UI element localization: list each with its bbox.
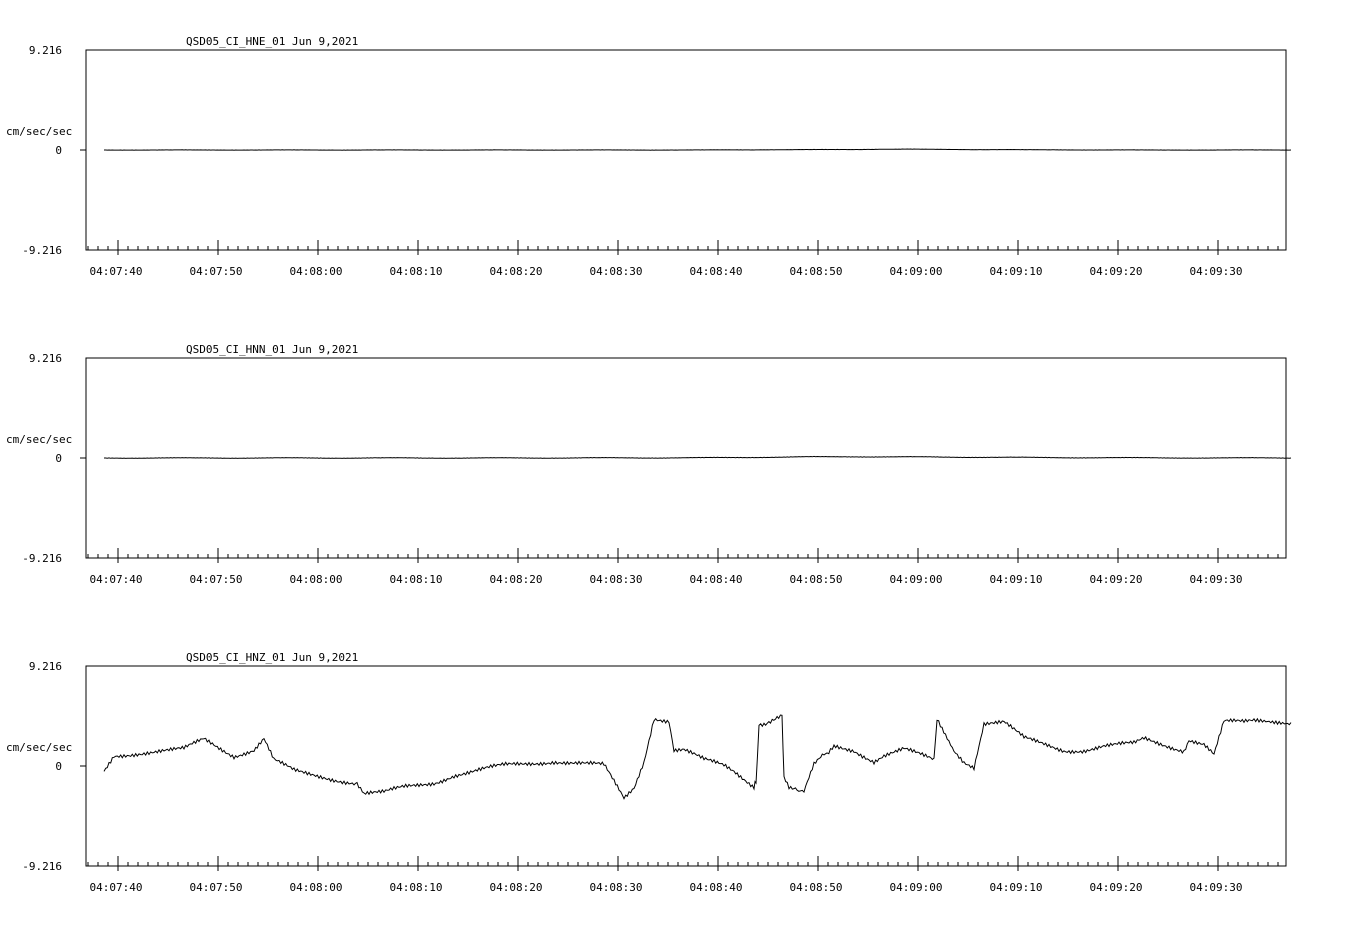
x-tick-label: 04:08:30 <box>590 573 643 586</box>
x-tick-label: 04:08:00 <box>290 881 343 894</box>
x-tick-label: 04:09:30 <box>1190 881 1243 894</box>
x-tick-label: 04:08:20 <box>490 881 543 894</box>
panel-title: QSD05_CI_HNZ_01 Jun 9,2021 <box>186 651 358 664</box>
y-tick-label: 9.216 <box>29 352 62 365</box>
x-tick-label: 04:09:00 <box>890 573 943 586</box>
x-tick-label: 04:08:30 <box>590 265 643 278</box>
panel-title: QSD05_CI_HNN_01 Jun 9,2021 <box>186 343 358 356</box>
y-axis-label: cm/sec/sec <box>6 125 72 138</box>
channel-panel: QSD05_CI_HNZ_01 Jun 9,2021 9.216 0 -9.216 cm… <box>6 651 1292 894</box>
x-tick-label: 04:08:40 <box>690 881 743 894</box>
y-tick-label: 0 <box>55 452 62 465</box>
y-axis-label: cm/sec/sec <box>6 433 72 446</box>
x-tick-label: 04:07:40 <box>90 881 143 894</box>
x-tick-label: 04:09:10 <box>990 265 1043 278</box>
x-tick-label: 04:07:50 <box>190 881 243 894</box>
x-tick-label: 04:09:30 <box>1190 573 1243 586</box>
x-tick-label: 04:08:50 <box>790 573 843 586</box>
y-tick-label: -9.216 <box>22 244 62 257</box>
waveform-trace <box>104 148 1292 151</box>
plot-frame <box>85 665 1287 867</box>
x-tick-label: 04:09:10 <box>990 881 1043 894</box>
x-tick-label: 04:09:30 <box>1190 265 1243 278</box>
x-tick-label: 04:07:40 <box>90 573 143 586</box>
waveform-trace <box>103 714 1292 800</box>
x-tick-label: 04:08:10 <box>390 881 443 894</box>
x-tick-label: 04:08:50 <box>790 881 843 894</box>
x-tick-label: 04:08:40 <box>690 265 743 278</box>
x-tick-label: 04:08:20 <box>490 265 543 278</box>
x-tick-label: 04:08:30 <box>590 881 643 894</box>
channel-panel: QSD05_CI_HNE_01 Jun 9,2021 9.216 0 -9.216 cm… <box>6 35 1292 278</box>
x-tick-label: 04:09:10 <box>990 573 1043 586</box>
x-tick-label: 04:07:40 <box>90 265 143 278</box>
y-tick-label: 0 <box>55 144 62 157</box>
x-tick-label: 04:08:50 <box>790 265 843 278</box>
x-tick-label: 04:08:10 <box>390 573 443 586</box>
x-tick-label: 04:09:00 <box>890 265 943 278</box>
channel-panel: QSD05_CI_HNN_01 Jun 9,2021 9.216 0 -9.216 cm… <box>6 343 1292 586</box>
x-tick-label: 04:08:00 <box>290 265 343 278</box>
x-tick-label: 04:09:00 <box>890 881 943 894</box>
y-tick-label: -9.216 <box>22 860 62 873</box>
x-tick-label: 04:09:20 <box>1090 573 1143 586</box>
waveform-trace <box>104 455 1292 459</box>
y-tick-label: 9.216 <box>29 44 62 57</box>
x-tick-label: 04:07:50 <box>190 573 243 586</box>
x-tick-label: 04:09:20 <box>1090 265 1143 278</box>
y-tick-label: 0 <box>55 760 62 773</box>
panel-title: QSD05_CI_HNE_01 Jun 9,2021 <box>186 35 358 48</box>
x-tick-label: 04:08:20 <box>490 573 543 586</box>
x-tick-label: 04:07:50 <box>190 265 243 278</box>
x-tick-label: 04:09:20 <box>1090 881 1143 894</box>
y-axis-label: cm/sec/sec <box>6 741 72 754</box>
y-tick-label: 9.216 <box>29 660 62 673</box>
seismogram-figure: QSD05_CI_HNE_01 Jun 9,2021 9.216 0 -9.216 cm… <box>6 35 1292 894</box>
y-tick-label: -9.216 <box>22 552 62 565</box>
x-tick-label: 04:08:10 <box>390 265 443 278</box>
x-tick-label: 04:08:40 <box>690 573 743 586</box>
x-tick-label: 04:08:00 <box>290 573 343 586</box>
